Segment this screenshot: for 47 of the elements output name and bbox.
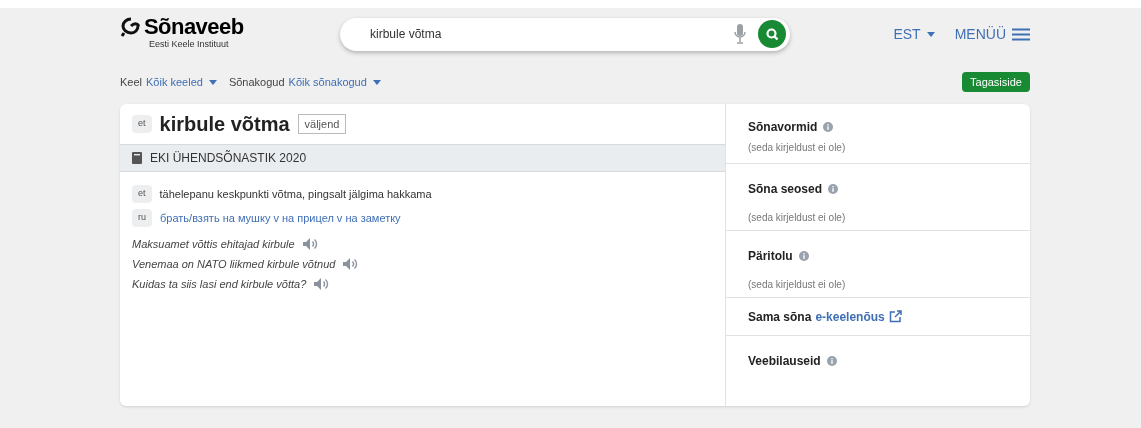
filter-dropdown[interactable]: Kõik sõnakogud bbox=[288, 73, 381, 91]
section-note: (seda kirjeldust ei ole) bbox=[748, 141, 847, 155]
filter-dropdown[interactable]: Kõik keeled bbox=[146, 73, 217, 91]
entry-type-tag: väljend bbox=[297, 113, 347, 135]
speaker-icon[interactable] bbox=[343, 258, 360, 270]
section-title: Sõna seosed bbox=[748, 181, 823, 198]
section-title: Päritolu bbox=[748, 248, 793, 265]
headword: kirbule võtma bbox=[159, 112, 290, 137]
section-note: (seda kirjeldust ei ole) bbox=[748, 278, 847, 292]
section-title: Veebilauseid bbox=[748, 353, 821, 370]
section-title: Sama sõna bbox=[748, 308, 812, 326]
language-tag: et bbox=[132, 115, 152, 133]
example-sentence: Kuidas ta siis lasi end kirbule võtta? bbox=[132, 276, 307, 292]
feedback-button[interactable]: Tagasiside bbox=[962, 71, 1030, 93]
section-note: (seda kirjeldust ei ole) bbox=[748, 211, 847, 225]
menu-icon bbox=[1012, 27, 1030, 41]
caret-icon bbox=[208, 79, 217, 85]
language-tag: et bbox=[132, 185, 152, 203]
search-button[interactable] bbox=[758, 20, 786, 48]
caret-icon bbox=[372, 79, 381, 85]
menu-button[interactable]: MENÜÜ bbox=[954, 23, 1030, 45]
info-icon bbox=[826, 356, 837, 366]
translation-text[interactable]: брать/взять на мушку v на прицел v на заметку bbox=[160, 209, 401, 227]
logo-icon bbox=[120, 17, 142, 38]
filter-label: Sõnakogud bbox=[228, 74, 285, 90]
book-icon bbox=[132, 152, 142, 164]
filter-label: Keel bbox=[120, 74, 143, 90]
search-field[interactable]: kirbule võtma bbox=[340, 17, 790, 51]
example-sentence: Venemaa on NATO liikmed kirbule võtnud bbox=[132, 256, 336, 272]
search-icon bbox=[765, 27, 779, 41]
example-sentence: Maksuamet võttis ehitajad kirbule bbox=[132, 236, 295, 252]
microphone-icon[interactable] bbox=[734, 24, 746, 44]
definition-text: tähelepanu keskpunkti võtma, pingsalt jälgima hakkama bbox=[159, 186, 432, 202]
language-menu[interactable]: EST bbox=[893, 23, 935, 45]
info-icon bbox=[828, 184, 839, 194]
section-title: Sõnavormid bbox=[748, 119, 818, 136]
speaker-icon[interactable] bbox=[302, 238, 319, 250]
language-tag: ru bbox=[132, 209, 152, 227]
dictionary-title: EKI ÜHENDSÕNASTIK 2020 bbox=[150, 149, 307, 167]
logo-text: Sõnaveeb bbox=[144, 16, 244, 39]
info-icon bbox=[798, 251, 809, 261]
external-link[interactable]: e-keelenõus bbox=[815, 307, 885, 326]
speaker-icon[interactable] bbox=[314, 278, 331, 290]
caret-icon bbox=[926, 31, 935, 37]
info-icon bbox=[823, 122, 834, 132]
logo-subtitle: Eesti Keele Instituut bbox=[149, 38, 230, 52]
external-link-icon bbox=[888, 310, 902, 323]
